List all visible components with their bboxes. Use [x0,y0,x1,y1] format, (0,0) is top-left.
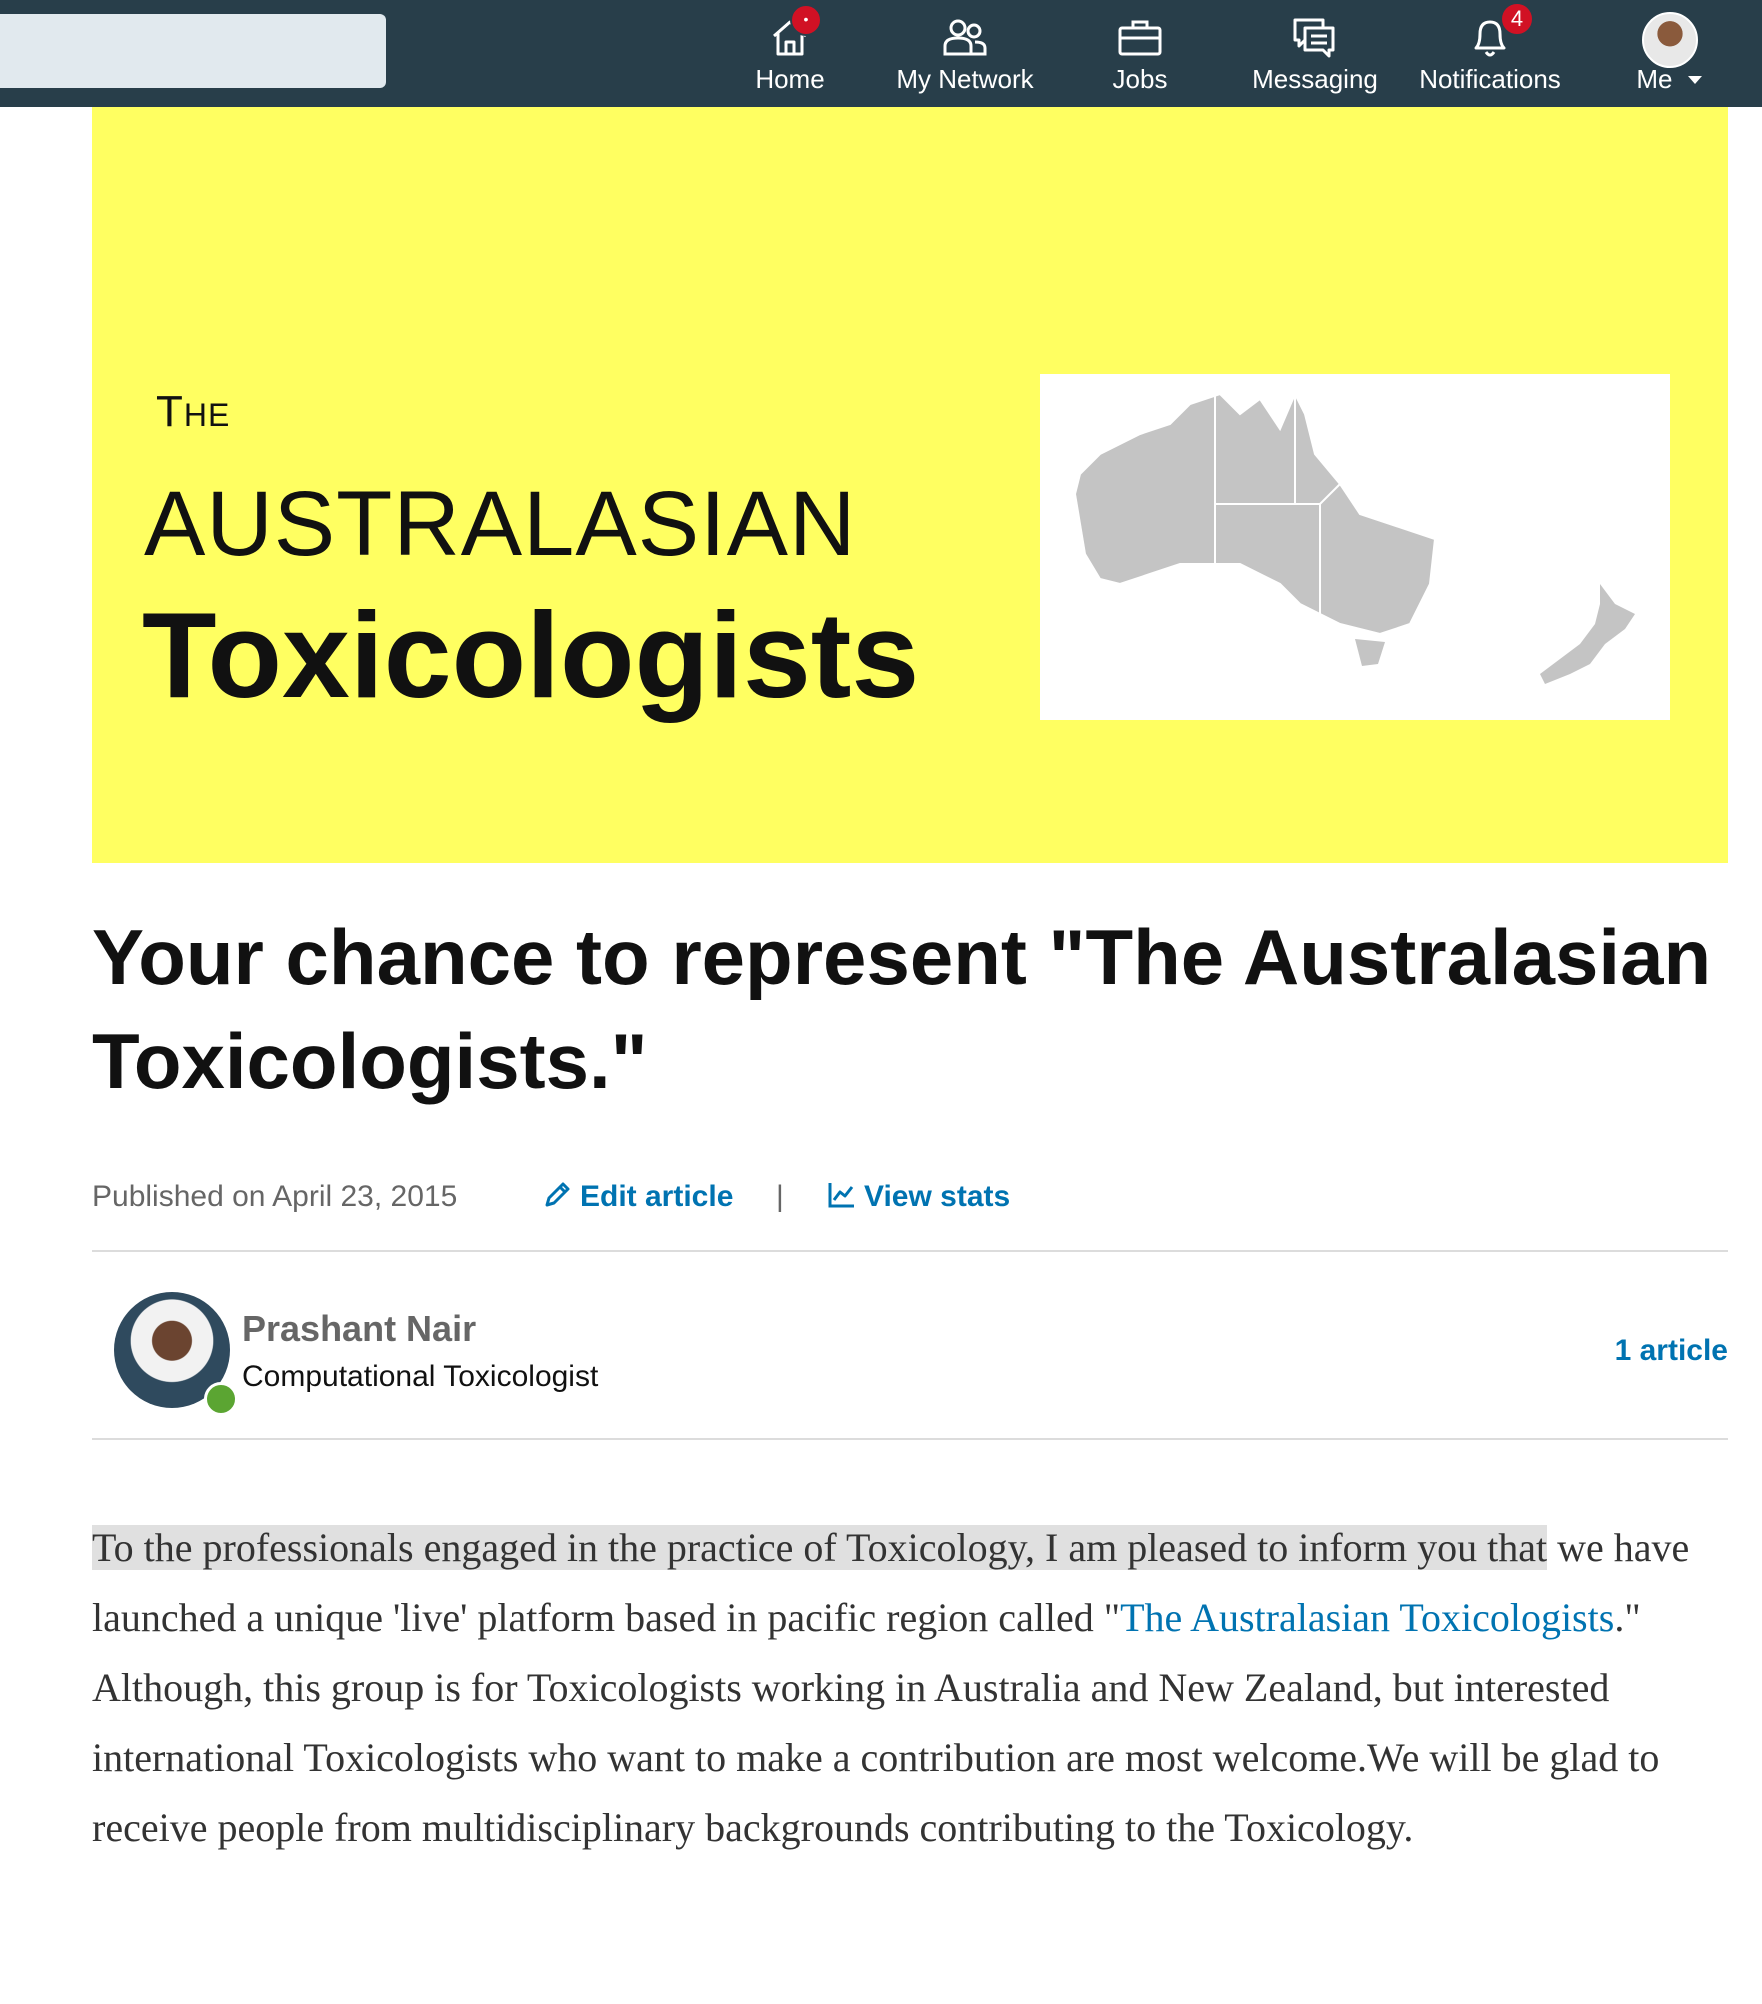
network-icon [943,19,987,56]
banner-the-text: THE [156,387,231,436]
nav-my-network[interactable]: My Network [885,0,1045,107]
nav-home-label: Home [755,64,825,94]
author-name[interactable]: Prashant Nair [242,1308,476,1350]
highlighted-text: To the professionals engaged in the prac… [92,1525,1548,1570]
australia-nz-map-image [1040,374,1670,720]
published-date: Published on April 23, 2015 [92,1180,458,1213]
author-headline: Computational Toxicologist [242,1360,599,1393]
nav-messaging[interactable]: Messaging [1240,0,1390,107]
divider-bottom [92,1438,1728,1440]
group-link[interactable]: The Australasian Toxicologists [1120,1595,1614,1640]
edit-article-link[interactable]: Edit article [542,1180,733,1214]
article-body-paragraph: To the professionals engaged in the prac… [92,1513,1732,1863]
pencil-icon [545,1182,570,1207]
nav-jobs-label: Jobs [1112,64,1168,94]
nav-messaging-label: Messaging [1252,64,1378,94]
search-input[interactable] [0,14,386,88]
view-stats-link[interactable]: View stats [826,1180,1010,1214]
nav-me[interactable]: Me [1620,0,1720,107]
top-nav-bar: • Home My Network Jobs Messaging 4 Notif… [0,0,1762,107]
notifications-badge: 4 [1500,2,1534,36]
profile-avatar [1642,12,1698,68]
nav-me-label: Me [1620,64,1720,95]
nav-notifications[interactable]: 4 Notifications [1410,0,1570,107]
nav-jobs[interactable]: Jobs [1090,0,1190,107]
nav-home[interactable]: • Home [740,0,840,107]
author-articles-link[interactable]: 1 article [1615,1334,1728,1368]
briefcase-icon [1118,20,1162,56]
chevron-down-icon [1687,76,1702,84]
meta-separator: | [776,1180,784,1213]
article-cover-image: THE AUSTRALASIAN Toxicologists [92,107,1728,863]
article-title: Your chance to represent "The Australasi… [92,913,1712,1105]
banner-australasian-text: AUSTRALASIAN [144,473,857,575]
stats-chart-icon [828,1183,854,1208]
online-status-indicator [204,1382,238,1416]
map-graphic [1073,391,1635,684]
messaging-icon [1293,18,1335,58]
divider-top [92,1250,1728,1252]
banner-toxicologists-text: Toxicologists [142,587,920,723]
view-stats-label: View stats [864,1180,1011,1213]
home-badge: • [790,4,822,36]
nav-notifications-label: Notifications [1419,64,1561,94]
edit-article-label: Edit article [580,1180,734,1213]
nav-my-network-label: My Network [896,64,1034,94]
